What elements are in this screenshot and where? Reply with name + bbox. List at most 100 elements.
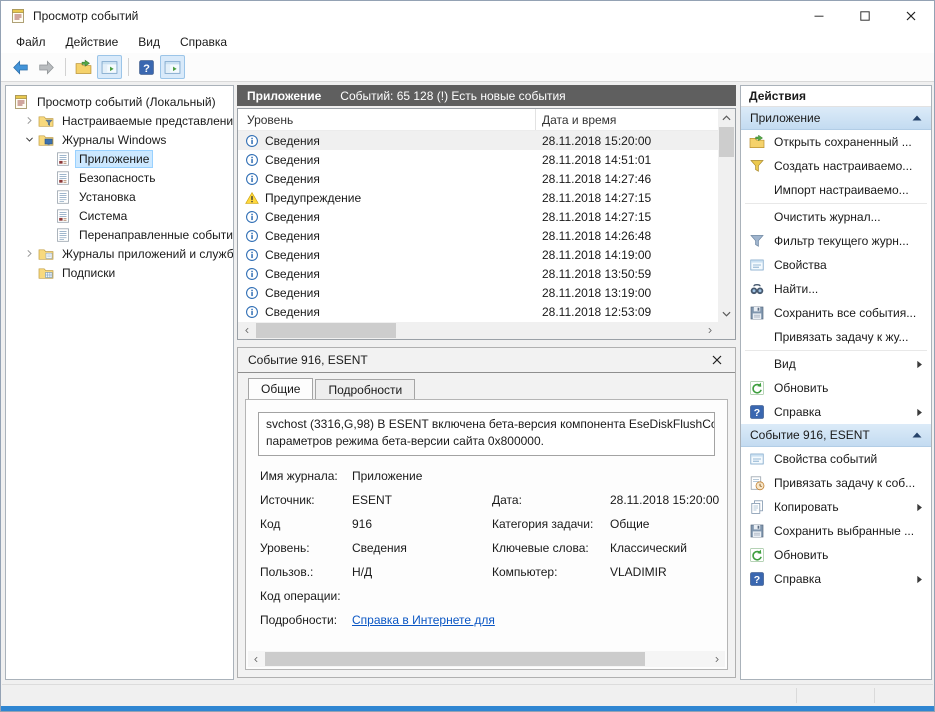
event-row[interactable]: Сведения 28.11.2018 14:51:01 — [238, 150, 718, 169]
toggle-console-tree-button[interactable] — [97, 55, 122, 79]
vertical-scrollbar[interactable] — [718, 109, 735, 322]
scroll-down-button[interactable] — [718, 305, 735, 322]
event-viewer-app-icon — [10, 8, 26, 24]
chevron-right-icon[interactable] — [23, 114, 36, 127]
maximize-button[interactable] — [842, 1, 888, 31]
action-clear-log[interactable]: Очистить журнал... — [741, 205, 931, 229]
action-help-submenu[interactable]: Справка — [741, 400, 931, 424]
folder-services-icon — [38, 246, 54, 262]
save-icon — [748, 305, 765, 321]
actions-section-application[interactable]: Приложение — [741, 107, 931, 130]
tree-item-security[interactable]: Безопасность — [6, 168, 233, 187]
tree-item-forwarded-events[interactable]: Перенаправленные события — [6, 225, 233, 244]
tree-item-custom-views[interactable]: Настраиваемые представления — [6, 111, 233, 130]
actions-section-event[interactable]: Событие 916, ESENT — [741, 424, 931, 447]
event-row[interactable]: Сведения 28.11.2018 14:19:00 — [238, 245, 718, 264]
action-help-event-submenu[interactable]: Справка — [741, 567, 931, 591]
action-copy-submenu[interactable]: Копировать — [741, 495, 931, 519]
icon-placeholder — [748, 329, 765, 345]
event-row[interactable]: Сведения 28.11.2018 14:26:48 — [238, 226, 718, 245]
action-view-submenu[interactable]: Вид — [741, 352, 931, 376]
open-saved-log-button[interactable] — [71, 55, 96, 79]
icon-placeholder — [748, 356, 765, 372]
folder-windows-icon — [38, 132, 54, 148]
event-row[interactable]: Сведения 28.11.2018 12:53:09 — [238, 302, 718, 321]
status-separator — [796, 688, 797, 703]
detail-header: Событие 916, ESENT — [238, 348, 735, 373]
help-icon — [748, 571, 765, 587]
forward-button[interactable] — [34, 55, 59, 79]
tree-item-subscriptions[interactable]: Подписки — [6, 263, 233, 282]
user-value: Н/Д — [352, 565, 492, 579]
find-icon — [748, 281, 765, 297]
event-row[interactable]: Сведения 28.11.2018 13:19:00 — [238, 283, 718, 302]
horizontal-scrollbar[interactable] — [238, 322, 718, 339]
toggle-action-pane-button[interactable] — [160, 55, 185, 79]
horizontal-scroll-thumb[interactable] — [256, 323, 396, 338]
column-header-datetime[interactable]: Дата и время — [536, 109, 718, 130]
help-button[interactable] — [134, 55, 159, 79]
scroll-up-button[interactable] — [718, 109, 735, 126]
tree-item-windows-logs[interactable]: Журналы Windows — [6, 130, 233, 149]
tree-item-setup[interactable]: Установка — [6, 187, 233, 206]
log-caption-title: Приложение — [247, 89, 321, 103]
menu-action[interactable]: Действие — [56, 31, 129, 53]
event-description[interactable]: svchost (3316,G,98) В ESENT включена бет… — [258, 412, 715, 456]
event-row[interactable]: Предупреждение 28.11.2018 14:27:15 — [238, 188, 718, 207]
horizontal-scroll-thumb[interactable] — [265, 652, 645, 666]
action-open-saved-log[interactable]: Открыть сохраненный ... — [741, 130, 931, 154]
scroll-left-button[interactable] — [238, 322, 255, 339]
action-create-custom-view[interactable]: Создать настраиваемо... — [741, 154, 931, 178]
tree-item-root[interactable]: Просмотр событий (Локальный) — [6, 92, 233, 111]
tree-item-system[interactable]: Система — [6, 206, 233, 225]
save-icon — [748, 523, 765, 539]
back-arrow-icon — [12, 59, 29, 76]
menu-help[interactable]: Справка — [170, 31, 237, 53]
action-attach-task-to-log[interactable]: Привязать задачу к жу... — [741, 325, 931, 349]
minimize-icon — [814, 11, 824, 21]
scroll-right-button[interactable] — [701, 322, 718, 339]
menu-view[interactable]: Вид — [128, 31, 170, 53]
scroll-right-button[interactable] — [709, 651, 725, 667]
tab-details[interactable]: Подробности — [315, 379, 415, 399]
action-refresh-event[interactable]: Обновить — [741, 543, 931, 567]
event-row[interactable]: Сведения 28.11.2018 13:50:59 — [238, 264, 718, 283]
event-row[interactable]: Сведения 28.11.2018 14:27:46 — [238, 169, 718, 188]
scroll-left-button[interactable] — [248, 651, 264, 667]
column-header-level[interactable]: Уровень — [238, 109, 536, 130]
task-category-value: Общие — [610, 517, 719, 531]
action-import-custom-view[interactable]: Импорт настраиваемо... — [741, 178, 931, 202]
action-attach-task-to-event[interactable]: Привязать задачу к соб... — [741, 471, 931, 495]
chevron-down-icon[interactable] — [23, 133, 36, 146]
action-refresh[interactable]: Обновить — [741, 376, 931, 400]
status-separator — [874, 688, 875, 703]
event-row[interactable]: Сведения 28.11.2018 14:27:15 — [238, 207, 718, 226]
folder-filter-icon — [38, 113, 54, 129]
chevron-right-icon[interactable] — [23, 247, 36, 260]
online-help-link[interactable]: Справка в Интернете для — [352, 613, 492, 627]
close-button[interactable] — [888, 1, 934, 31]
event-row[interactable]: Сведения 28.11.2018 15:20:00 — [238, 131, 718, 150]
expander-spacer — [23, 266, 36, 279]
tab-general[interactable]: Общие — [248, 378, 313, 399]
menu-file[interactable]: Файл — [6, 31, 56, 53]
detail-title: Событие 916, ESENT — [248, 353, 368, 367]
more-info-label: Подробности: — [260, 613, 352, 627]
minimize-button[interactable] — [796, 1, 842, 31]
action-save-all-events[interactable]: Сохранить все события... — [741, 301, 931, 325]
titlebar: Просмотр событий — [1, 1, 934, 31]
level-value: Сведения — [352, 541, 492, 555]
back-button[interactable] — [8, 55, 33, 79]
action-find[interactable]: Найти... — [741, 277, 931, 301]
tree-item-app-service-logs[interactable]: Журналы приложений и служб — [6, 244, 233, 263]
action-filter-current-log[interactable]: Фильтр текущего журн... — [741, 229, 931, 253]
action-save-selected-events[interactable]: Сохранить выбранные ... — [741, 519, 931, 543]
action-properties[interactable]: Свойства — [741, 253, 931, 277]
event-id-value: 916 — [352, 517, 492, 531]
tree-item-application[interactable]: Приложение — [6, 149, 233, 168]
detail-horizontal-scrollbar[interactable] — [248, 651, 725, 667]
vertical-scroll-thumb[interactable] — [719, 127, 734, 157]
toolbar-separator — [128, 58, 129, 76]
action-event-properties[interactable]: Свойства событий — [741, 447, 931, 471]
detail-close-button[interactable] — [709, 352, 725, 368]
